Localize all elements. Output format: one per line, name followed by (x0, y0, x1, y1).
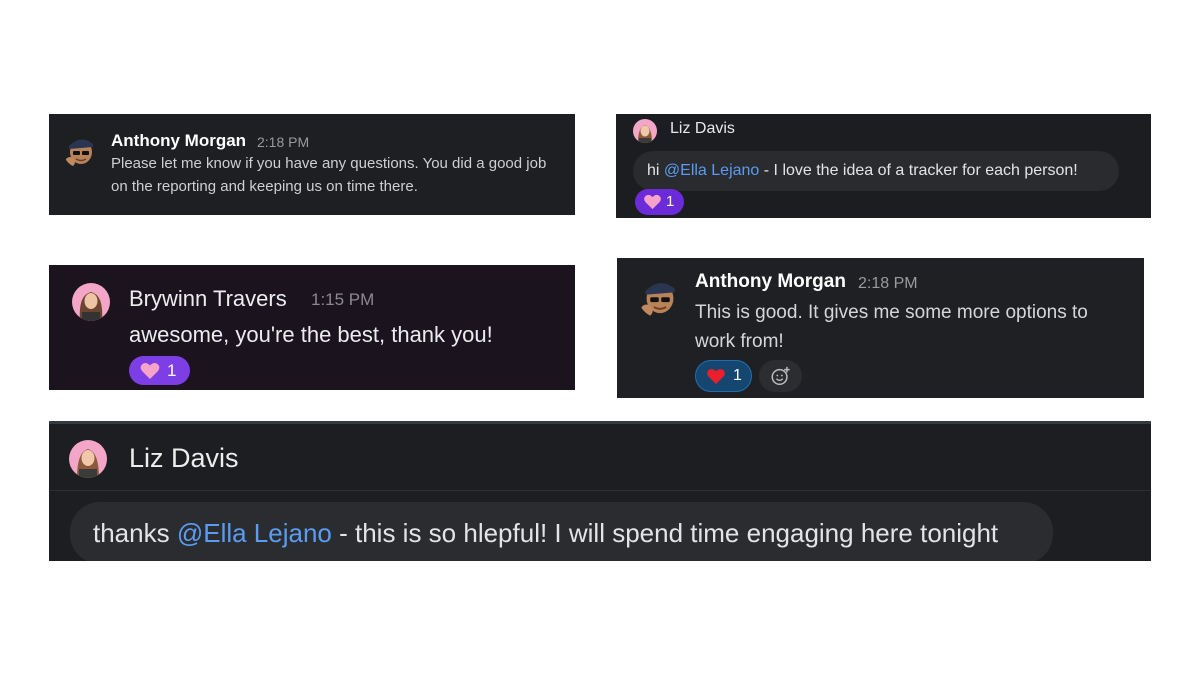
message-timestamp[interactable]: 2:18 PM (257, 134, 309, 150)
message-text: Please let me know if you have any quest… (111, 155, 547, 195)
author-name[interactable]: Liz Davis (129, 443, 239, 474)
author-name[interactable]: Brywinn Travers (129, 286, 287, 312)
reaction-pill[interactable]: 1 (129, 356, 190, 385)
message-text: thanks @Ella Lejano - this is so hlepful… (93, 518, 998, 549)
author-name[interactable]: Liz Davis (670, 120, 735, 138)
add-reaction-icon (771, 366, 790, 385)
message-timestamp[interactable]: 1:15 PM (311, 290, 374, 310)
pink-heart-icon (140, 363, 160, 379)
message-text: hi @Ella Lejano - I love the idea of a t… (647, 162, 1078, 180)
mention-link[interactable]: @Ella Lejano (177, 518, 332, 548)
mention-link[interactable]: @Ella Lejano (664, 162, 759, 179)
add-reaction-button[interactable] (759, 360, 802, 392)
message-card-liz-2: Liz Davis thanks @Ella Lejano - this is … (49, 421, 1151, 561)
message-card-anthony-2: Anthony Morgan 2:18 PM This is good. It … (617, 258, 1144, 398)
message-suffix: - I love the idea of a tracker for each … (759, 162, 1078, 179)
message-timestamp[interactable]: 2:18 PM (858, 275, 918, 293)
avatar-liz-icon[interactable] (69, 440, 107, 478)
red-heart-icon (707, 368, 725, 385)
pink-heart-icon (644, 194, 661, 210)
reaction-count: 1 (733, 367, 742, 384)
avatar-anthony-memoji-icon[interactable] (638, 274, 682, 318)
author-name[interactable]: Anthony Morgan (695, 271, 846, 293)
reaction-count: 1 (167, 361, 177, 380)
header-divider (49, 490, 1151, 491)
author-name[interactable]: Anthony Morgan (111, 131, 246, 151)
message-text: awesome, you're the best, thank you! (129, 322, 493, 347)
message-card-liz-1: Liz Davis hi @Ella Lejano - I love the i… (616, 114, 1151, 218)
message-card-anthony-1: Anthony Morgan 2:18 PM Please let me kno… (49, 114, 575, 215)
avatar-brywinn-icon[interactable] (72, 283, 110, 321)
message-suffix: - this is so hlepful! I will spend time … (331, 518, 999, 548)
reaction-pill[interactable]: 1 (635, 189, 684, 215)
avatar-anthony-memoji-icon[interactable] (63, 132, 99, 168)
message-prefix: thanks (93, 518, 177, 548)
message-card-brywinn: Brywinn Travers 1:15 PM awesome, you're … (49, 265, 575, 390)
message-prefix: hi (647, 162, 664, 179)
reaction-pill[interactable]: 1 (695, 360, 752, 392)
avatar-liz-icon[interactable] (633, 119, 657, 143)
reaction-count: 1 (666, 193, 675, 210)
message-text: This is good. It gives me some more opti… (695, 302, 1088, 352)
